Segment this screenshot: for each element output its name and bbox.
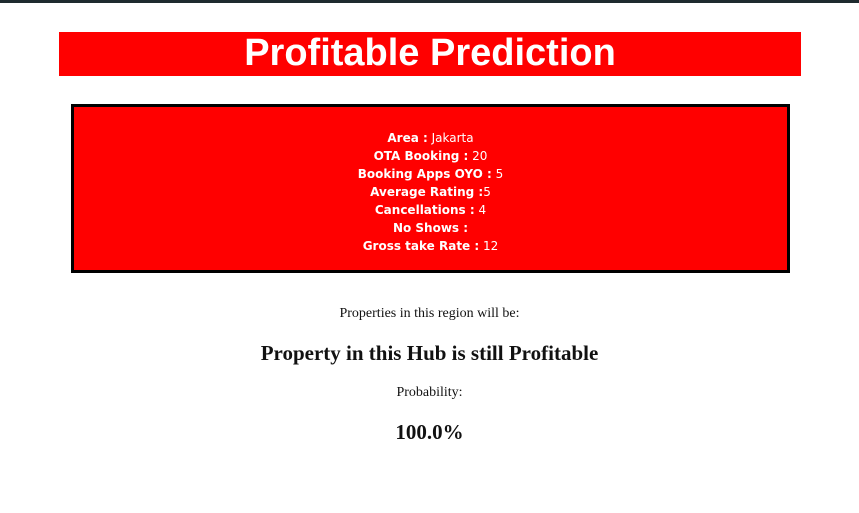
info-row-cancellations: Cancellations : 4 [74,201,787,219]
info-row-average-rating: Average Rating :5 [74,183,787,201]
info-value: 5 [483,185,491,199]
info-row-booking-apps-oyo: Booking Apps OYO : 5 [74,165,787,183]
browser-top-strip [0,0,859,3]
info-row-gross-take-rate: Gross take Rate : 12 [74,237,787,255]
info-row-no-shows: No Shows : [74,219,787,237]
info-value: 4 [474,203,487,217]
info-label: No Shows : [392,221,469,235]
input-summary-list: Area : Jakarta OTA Booking : 20 Booking … [74,129,787,255]
info-row-ota-booking: OTA Booking : 20 [74,147,787,165]
input-summary-box: Area : Jakarta OTA Booking : 20 Booking … [71,104,790,273]
info-label: Gross take Rate : [362,239,480,253]
info-row-area: Area : Jakarta [74,129,787,147]
info-label: Booking Apps OYO : [357,167,492,181]
info-label: OTA Booking : [373,149,469,163]
info-label: Area : [387,131,428,145]
probability-value: 100.0% [395,420,464,444]
result-verdict: Property in this Hub is still Profitable [260,341,599,365]
info-value: 5 [491,167,504,181]
info-label: Average Rating : [370,185,484,199]
info-value: Jakarta [427,131,474,145]
info-value: 12 [479,239,499,253]
info-label: Cancellations : [374,203,475,217]
info-value: 20 [468,149,488,163]
result-intro: Properties in this region will be: [339,306,520,321]
page-title: Profitable Prediction [59,32,801,76]
probability-label: Probability: [396,385,463,400]
